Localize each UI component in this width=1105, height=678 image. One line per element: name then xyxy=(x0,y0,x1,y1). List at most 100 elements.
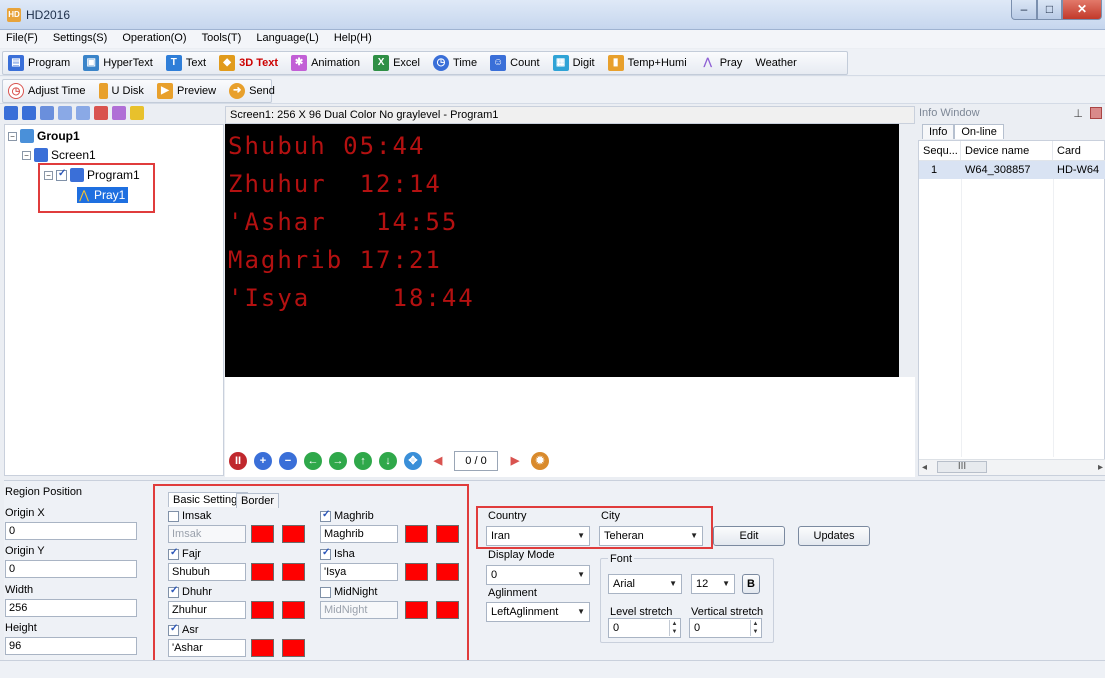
width-input[interactable]: 256 xyxy=(5,599,137,617)
tree-item-group[interactable]: − Group1 xyxy=(8,128,80,144)
font-family-select[interactable]: Arial xyxy=(608,574,682,594)
col-sequence[interactable]: Sequ... xyxy=(919,141,961,160)
time-button[interactable]: ◷ Time xyxy=(428,52,482,74)
tree-highlight-box xyxy=(38,163,155,213)
font-size-select[interactable]: 12 xyxy=(691,574,735,594)
edit-button[interactable]: Edit xyxy=(713,526,785,546)
col-card[interactable]: Card xyxy=(1053,141,1105,160)
new-program-icon[interactable] xyxy=(40,106,54,120)
send-button[interactable]: ➜ Send xyxy=(224,80,280,102)
zoom-in-icon[interactable]: + xyxy=(254,452,272,470)
adjust-time-button[interactable]: ◷ Adjust Time xyxy=(3,80,90,102)
menu-operation[interactable]: Operation(O) xyxy=(116,30,192,44)
level-stretch-input[interactable]: 0 ▲ ▼ xyxy=(608,618,681,638)
updates-button[interactable]: Updates xyxy=(798,526,870,546)
weather-button[interactable]: Weather xyxy=(750,52,801,74)
tree-item-screen[interactable]: − Screen1 xyxy=(22,147,96,163)
info-title-label: Info Window xyxy=(919,107,980,119)
collapse-icon[interactable]: − xyxy=(22,150,31,160)
action-toolbar: ◷ Adjust Time U Disk ▶ Preview ➜ Send xyxy=(0,77,1105,104)
program-label: Program xyxy=(28,57,71,69)
menu-language[interactable]: Language(L) xyxy=(250,30,324,44)
digit-button[interactable]: ▦ Digit xyxy=(548,52,600,74)
u-disk-button[interactable]: U Disk xyxy=(94,80,149,102)
scroll-left-icon[interactable]: ◂ xyxy=(922,462,927,473)
display-mode-select[interactable]: 0 xyxy=(486,565,590,585)
pin-icon[interactable]: ⊥ xyxy=(1073,107,1083,120)
tab-info[interactable]: Info xyxy=(922,124,955,139)
info-window-title: Info Window ⊥ xyxy=(916,106,1105,122)
origin-x-input[interactable]: 0 xyxy=(5,522,137,540)
3d-text-button[interactable]: ◆ 3D Text xyxy=(214,52,283,74)
spin-arrows-icon[interactable]: ▲ ▼ xyxy=(750,620,760,636)
bold-button[interactable]: B xyxy=(742,574,760,594)
status-bar xyxy=(0,660,1105,678)
zoom-out-icon[interactable]: − xyxy=(279,452,297,470)
move-down-icon[interactable] xyxy=(76,106,90,120)
grid-line xyxy=(1053,179,1054,457)
temp-humi-button[interactable]: ▮ Temp+Humi xyxy=(603,52,692,74)
preview-label: Preview xyxy=(176,85,217,97)
close-button[interactable]: ✕ xyxy=(1062,0,1102,20)
digit-icon: ▦ xyxy=(552,55,569,71)
text-label: Text xyxy=(185,57,207,69)
led-preview: Shubuh 05:44 Zhuhur 12:14 'Ashar 14:55 M… xyxy=(225,124,899,377)
preview-button[interactable]: ▶ Preview xyxy=(152,80,221,102)
move-right-icon[interactable]: → xyxy=(329,452,347,470)
send-icon: ➜ xyxy=(229,83,246,99)
count-button[interactable]: ☺ Count xyxy=(485,52,544,74)
move-left-icon[interactable]: ← xyxy=(304,452,322,470)
next-page-icon[interactable]: ▶ xyxy=(506,452,524,470)
screen-header: Screen1: 256 X 96 Dual Color No grayleve… xyxy=(225,106,915,124)
pause-icon[interactable]: II xyxy=(229,452,247,470)
new-group-icon[interactable] xyxy=(4,106,18,120)
cell-device-name: W64_308857 xyxy=(965,164,1031,176)
vertical-stretch-label: Vertical stretch xyxy=(691,606,764,618)
delete-icon[interactable] xyxy=(94,106,108,120)
new-screen-icon[interactable] xyxy=(22,106,36,120)
menu-bar: File(F) Settings(S) Operation(O) Tools(T… xyxy=(0,30,1105,48)
excel-button[interactable]: X Excel xyxy=(368,52,425,74)
menu-file[interactable]: File(F) xyxy=(0,30,44,44)
settings-gear-icon[interactable]: ✹ xyxy=(531,452,549,470)
scroll-thumb[interactable]: III xyxy=(937,461,987,473)
text-button[interactable]: T Text xyxy=(161,52,211,74)
height-input[interactable]: 96 xyxy=(5,637,137,655)
origin-y-input[interactable]: 0 xyxy=(5,560,137,578)
scroll-right-icon[interactable]: ▸ xyxy=(1098,462,1103,473)
table-row[interactable]: 1 W64_308857 HD-W64 xyxy=(919,161,1105,179)
device-list-header: Sequ... Device name Card xyxy=(919,141,1105,161)
animation-button[interactable]: ✱ Animation xyxy=(286,52,365,74)
spin-arrows-icon[interactable]: ▲ ▼ xyxy=(669,620,679,636)
adjust-time-icon: ◷ xyxy=(8,83,24,99)
menu-help[interactable]: Help(H) xyxy=(328,30,378,44)
prev-page-icon[interactable]: ◀ xyxy=(429,452,447,470)
check-icon[interactable] xyxy=(112,106,126,120)
tab-online[interactable]: On-line xyxy=(954,124,1004,139)
insert-toolbar: ▤ Program ▣ HyperText T Text ◆ 3D Text ✱ Anim… xyxy=(0,49,1105,76)
move-down-icon[interactable]: ↓ xyxy=(379,452,397,470)
pray-button[interactable]: ⋀ Pray xyxy=(695,52,748,74)
close-panel-icon[interactable] xyxy=(1090,107,1102,119)
move-all-icon[interactable]: ✥ xyxy=(404,452,422,470)
move-up-icon[interactable] xyxy=(58,106,72,120)
menu-tools[interactable]: Tools(T) xyxy=(196,30,248,44)
minimize-button[interactable]: ‒ xyxy=(1011,0,1037,20)
device-list: Sequ... Device name Card 1 W64_308857 HD… xyxy=(918,140,1105,476)
collapse-icon[interactable]: − xyxy=(8,131,17,141)
maximize-button[interactable]: □ xyxy=(1037,0,1062,20)
action-toolbar-group: ◷ Adjust Time U Disk ▶ Preview ➜ Send xyxy=(2,79,275,103)
menu-settings[interactable]: Settings(S) xyxy=(47,30,113,44)
temp-humi-icon: ▮ xyxy=(607,55,624,71)
height-label: Height xyxy=(5,622,37,634)
alignment-select[interactable]: LeftAglinment xyxy=(486,602,590,622)
vertical-stretch-input[interactable]: 0 ▲ ▼ xyxy=(689,618,762,638)
search-icon[interactable] xyxy=(130,106,144,120)
horizontal-scrollbar[interactable]: ◂ III ▸ xyxy=(919,459,1105,475)
col-device-name[interactable]: Device name xyxy=(961,141,1053,160)
display-mode-label: Display Mode xyxy=(488,549,555,561)
hypertext-button[interactable]: ▣ HyperText xyxy=(78,52,158,74)
title-bar: HD HD2016 ‒ □ ✕ xyxy=(0,0,1105,30)
program-button[interactable]: ▤ Program xyxy=(3,52,75,74)
move-up-icon[interactable]: ↑ xyxy=(354,452,372,470)
